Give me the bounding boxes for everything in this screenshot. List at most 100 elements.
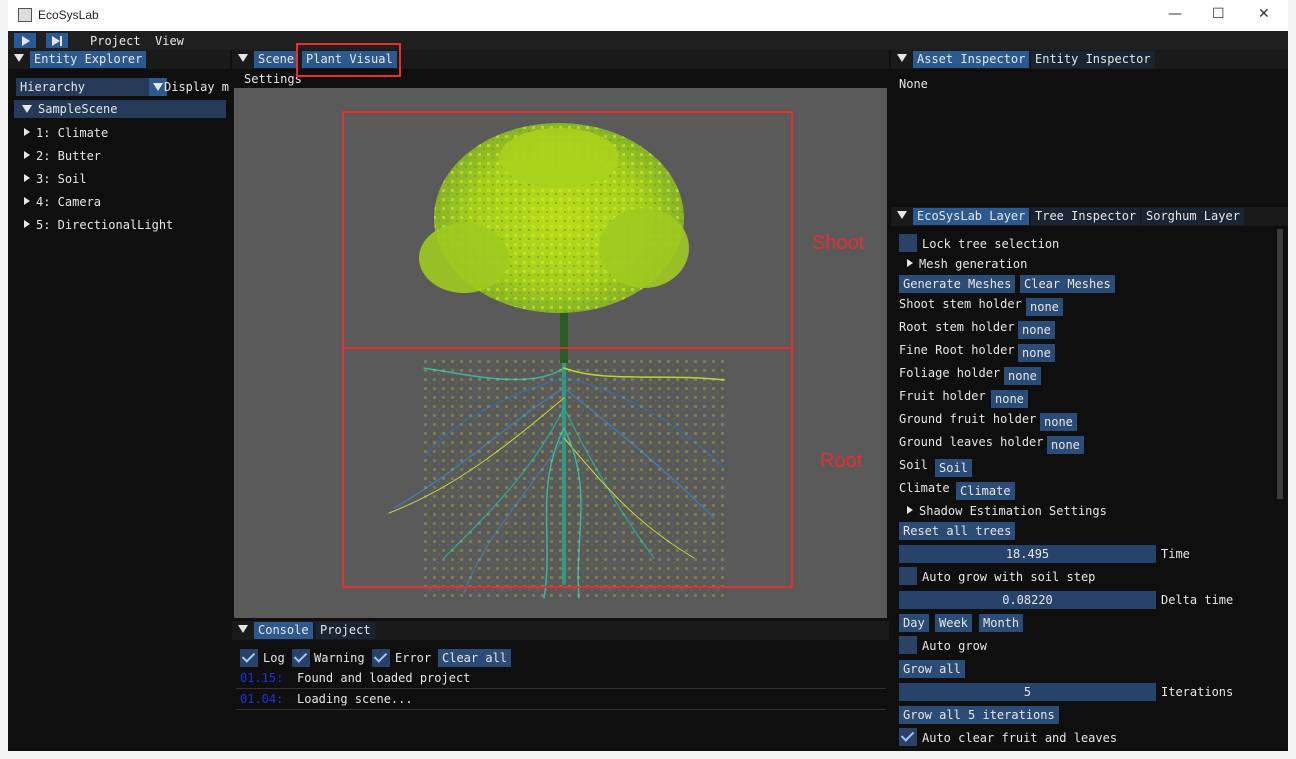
viewport-panel: Scene Plant Visual Settings Shoot Root xyxy=(232,50,889,620)
holder-label: Soil xyxy=(899,458,928,472)
divider xyxy=(236,688,886,689)
play-icon xyxy=(22,36,30,46)
auto-grow-soil-label: Auto grow with soil step xyxy=(922,570,1096,584)
collapse-icon[interactable] xyxy=(14,54,24,62)
warning-checkbox[interactable] xyxy=(292,649,310,667)
hierarchy-dropdown[interactable]: Hierarchy xyxy=(16,78,167,96)
auto-grow-soil-checkbox[interactable] xyxy=(899,567,917,585)
scrollbar[interactable] xyxy=(1277,229,1283,499)
play-button[interactable] xyxy=(14,33,36,48)
expand-right-icon xyxy=(24,128,30,136)
delta-time-slider[interactable]: 0.08220 xyxy=(899,591,1156,609)
root-annotation: Root xyxy=(820,450,863,472)
entity-item[interactable]: 5: DirectionalLight xyxy=(24,217,173,233)
plant-render-view[interactable]: Shoot Root xyxy=(234,88,887,618)
tab-scene[interactable]: Scene xyxy=(254,51,299,68)
log-message: Found and loaded project xyxy=(297,671,471,685)
tab-sorghum-layer[interactable]: Sorghum Layer xyxy=(1142,208,1244,225)
shadow-settings-label: Shadow Estimation Settings xyxy=(919,504,1107,518)
week-button[interactable]: Week xyxy=(935,614,972,632)
inspector-value: None xyxy=(899,77,928,91)
clear-meshes-button[interactable]: Clear Meshes xyxy=(1020,275,1115,293)
maximize-button[interactable]: ☐ xyxy=(1212,6,1225,22)
step-button[interactable] xyxy=(46,33,68,48)
reset-all-trees-button[interactable]: Reset all trees xyxy=(899,522,1016,540)
tab-entity-inspector[interactable]: Entity Inspector xyxy=(1031,51,1155,68)
warning-label: Warning xyxy=(314,651,365,665)
step-bar xyxy=(60,36,62,46)
grow-all-button[interactable]: Grow all xyxy=(899,660,965,678)
tab-console[interactable]: Console xyxy=(254,622,313,639)
collapse-icon[interactable] xyxy=(897,54,907,62)
window-title: EcoSysLab xyxy=(38,8,99,22)
shadow-settings-toggle[interactable]: Shadow Estimation Settings xyxy=(907,503,1107,519)
clear-all-button[interactable]: Clear all xyxy=(438,649,512,667)
collapse-icon[interactable] xyxy=(238,54,248,62)
entity-item[interactable]: 4: Camera xyxy=(24,194,101,210)
auto-grow-label: Auto grow xyxy=(922,639,988,653)
entity-item[interactable]: 3: Soil xyxy=(24,171,87,187)
root-stem-holder-field[interactable]: none xyxy=(1018,321,1055,339)
entity-label: 1: Climate xyxy=(36,126,109,140)
delta-time-label: Delta time xyxy=(1161,593,1234,607)
fine-root-holder-field[interactable]: none xyxy=(1018,344,1055,362)
window-titlebar: EcoSysLab — ☐ ✕ xyxy=(8,0,1288,31)
log-checkbox[interactable] xyxy=(240,649,258,667)
fruit-holder-field[interactable]: none xyxy=(991,390,1028,408)
iterations-label: Iterations xyxy=(1161,685,1234,699)
entity-item[interactable]: 2: Butter xyxy=(24,148,101,164)
inspector-tabbar: Asset Inspector Entity Inspector xyxy=(891,50,1288,69)
lock-tree-checkbox[interactable] xyxy=(899,234,917,252)
tab-project[interactable]: Project xyxy=(316,622,375,639)
log-time: 01.15: xyxy=(240,671,284,685)
entity-label: 3: Soil xyxy=(36,172,87,186)
settings-menu[interactable]: Settings xyxy=(244,71,302,87)
tab-ecosyslab-layer[interactable]: EcoSysLab Layer xyxy=(913,208,1030,225)
tab-asset-inspector[interactable]: Asset Inspector xyxy=(913,51,1030,68)
scene-root-item[interactable]: SampleScene xyxy=(14,100,226,118)
iterations-slider[interactable]: 5 xyxy=(899,683,1156,701)
time-slider[interactable]: 18.495 xyxy=(899,545,1156,563)
close-button[interactable]: ✕ xyxy=(1258,6,1270,22)
mesh-generation-toggle[interactable]: Mesh generation xyxy=(907,256,1027,272)
expand-right-icon xyxy=(24,174,30,182)
step-icon xyxy=(52,36,60,46)
shoot-stem-holder-field[interactable]: none xyxy=(1026,298,1063,316)
entity-item[interactable]: 1: Climate xyxy=(24,125,108,141)
grow-iterations-button[interactable]: Grow all 5 iterations xyxy=(899,706,1059,724)
layer-panel: EcoSysLab Layer Tree Inspector Sorghum L… xyxy=(891,207,1288,751)
menu-view[interactable]: View xyxy=(155,33,184,49)
holder-label: Shoot stem holder xyxy=(899,297,1022,311)
divider xyxy=(236,709,886,710)
soil-field[interactable]: Soil xyxy=(935,459,972,477)
collapse-icon[interactable] xyxy=(897,211,907,219)
holder-label: Fine Root holder xyxy=(899,343,1015,357)
expand-right-icon xyxy=(24,151,30,159)
auto-clear-checkbox[interactable] xyxy=(899,728,917,746)
entity-explorer-tabbar: Entity Explorer xyxy=(8,50,230,69)
holder-label: Root stem holder xyxy=(899,320,1015,334)
month-button[interactable]: Month xyxy=(979,614,1024,632)
auto-grow-checkbox[interactable] xyxy=(899,636,917,654)
inspector-panel: Asset Inspector Entity Inspector None xyxy=(891,50,1288,204)
climate-field[interactable]: Climate xyxy=(956,482,1015,500)
tab-entity-explorer[interactable]: Entity Explorer xyxy=(30,51,147,68)
generate-meshes-button[interactable]: Generate Meshes xyxy=(899,275,1016,293)
collapse-icon[interactable] xyxy=(238,625,248,633)
expand-right-icon xyxy=(907,259,913,267)
foliage-holder-field[interactable]: none xyxy=(1004,367,1041,385)
tab-tree-inspector[interactable]: Tree Inspector xyxy=(1031,208,1141,225)
ground-leaves-holder-field[interactable]: none xyxy=(1047,436,1084,454)
log-time: 01.04: xyxy=(240,692,284,706)
menubar: Project View xyxy=(8,31,1288,50)
lock-tree-label: Lock tree selection xyxy=(922,237,1060,251)
day-button[interactable]: Day xyxy=(899,614,929,632)
log-label: Log xyxy=(263,651,285,665)
ground-fruit-holder-field[interactable]: none xyxy=(1040,413,1077,431)
hierarchy-dropdown-value: Hierarchy xyxy=(20,80,86,94)
console-panel: Console Project Log Warning Error Clear … xyxy=(232,621,889,751)
error-checkbox[interactable] xyxy=(372,649,390,667)
minimize-button[interactable]: — xyxy=(1168,6,1182,22)
expand-right-icon xyxy=(24,197,30,205)
menu-project[interactable]: Project xyxy=(90,33,141,49)
